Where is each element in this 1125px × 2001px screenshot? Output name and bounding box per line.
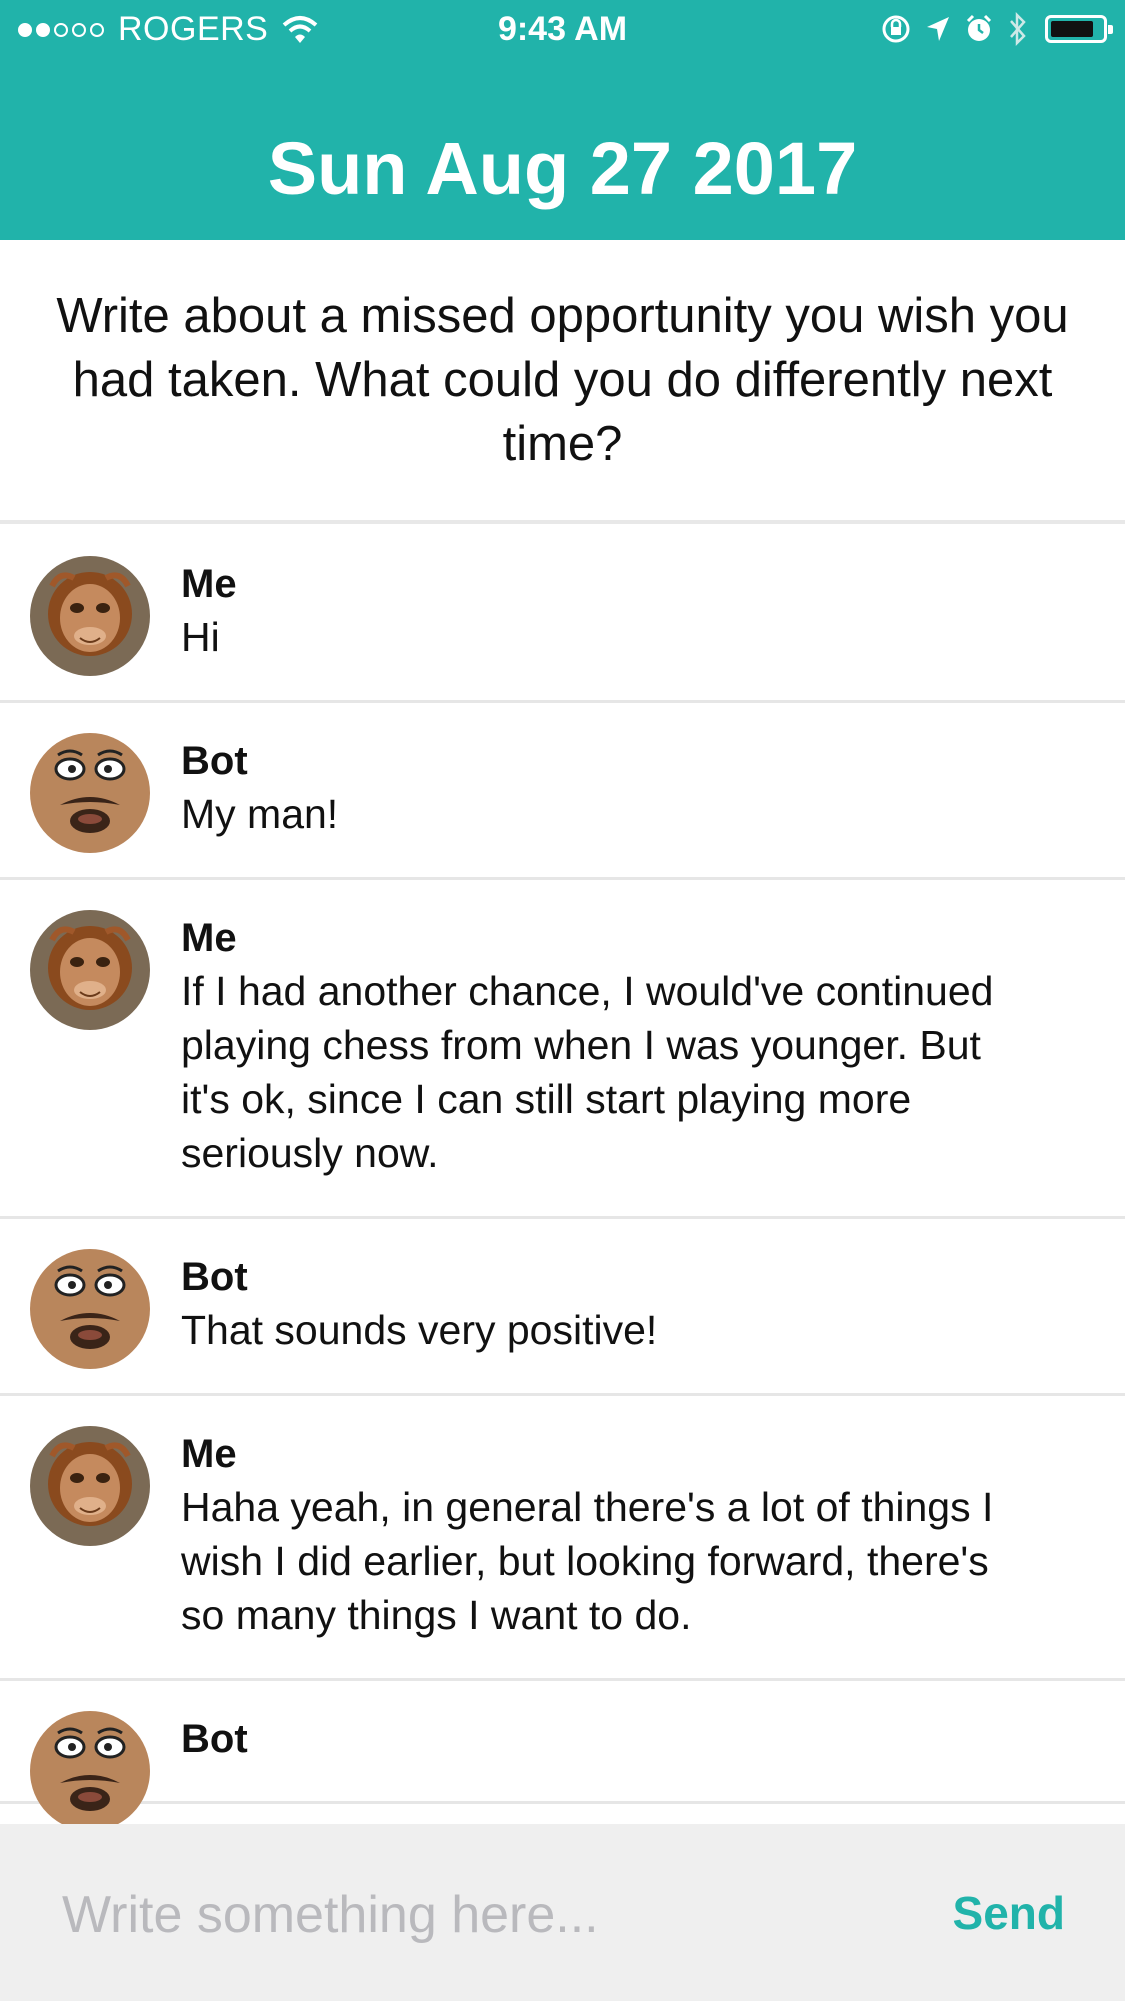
journal-prompt: Write about a missed opportunity you wis… bbox=[0, 240, 1125, 524]
message-item: Bot That sounds very positive! bbox=[0, 1219, 1125, 1396]
message-list[interactable]: Me Hi Bot My man! Me If I had another ch… bbox=[0, 526, 1125, 1824]
battery-level bbox=[1051, 21, 1093, 37]
message-text: Hi bbox=[181, 614, 220, 660]
page-title: Sun Aug 27 2017 bbox=[267, 127, 858, 210]
message-text: That sounds very positive! bbox=[181, 1307, 658, 1353]
message-sender: Bot bbox=[181, 739, 248, 783]
message-item: Me Haha yeah, in general there's a lot o… bbox=[0, 1396, 1125, 1681]
orangutan-avatar bbox=[30, 556, 150, 676]
status-bar: ROGERS 9:43 AM bbox=[0, 0, 1125, 62]
header: ROGERS 9:43 AM Sun Aug 27 2017 bbox=[0, 0, 1125, 240]
message-sender: Me bbox=[181, 562, 237, 606]
message-text: My man! bbox=[181, 791, 339, 837]
message-text: If I had another chance, I would've cont… bbox=[181, 968, 994, 1176]
message-input[interactable] bbox=[60, 1876, 884, 1954]
orientation-lock-icon bbox=[882, 15, 910, 43]
message-sender: Me bbox=[181, 1432, 237, 1476]
orangutan-avatar bbox=[30, 1426, 150, 1546]
send-button[interactable]: Send bbox=[953, 1886, 1065, 1940]
message-sender: Bot bbox=[181, 1717, 248, 1761]
orangutan-avatar bbox=[30, 910, 150, 1030]
message-text: Haha yeah, in general there's a lot of t… bbox=[181, 1484, 994, 1638]
bluetooth-icon bbox=[1010, 12, 1026, 46]
battery-icon bbox=[1045, 15, 1113, 43]
alarm-clock-icon bbox=[966, 14, 992, 41]
prompt-text: Write about a missed opportunity you wis… bbox=[56, 289, 1069, 471]
message-sender: Bot bbox=[181, 1255, 248, 1299]
message-item: Me If I had another chance, I would've c… bbox=[0, 880, 1125, 1219]
message-composer: Send bbox=[0, 1824, 1125, 2001]
message-sender: Me bbox=[181, 916, 237, 960]
status-right bbox=[867, 12, 1113, 46]
cartoon-face-avatar bbox=[30, 733, 150, 853]
location-arrow-icon bbox=[927, 17, 949, 41]
cartoon-face-avatar bbox=[30, 1249, 150, 1369]
message-item: Bot My man! bbox=[0, 703, 1125, 880]
cartoon-face-avatar bbox=[30, 1711, 150, 1824]
message-item: Me Hi bbox=[0, 526, 1125, 703]
message-item: Bot bbox=[0, 1681, 1125, 1824]
